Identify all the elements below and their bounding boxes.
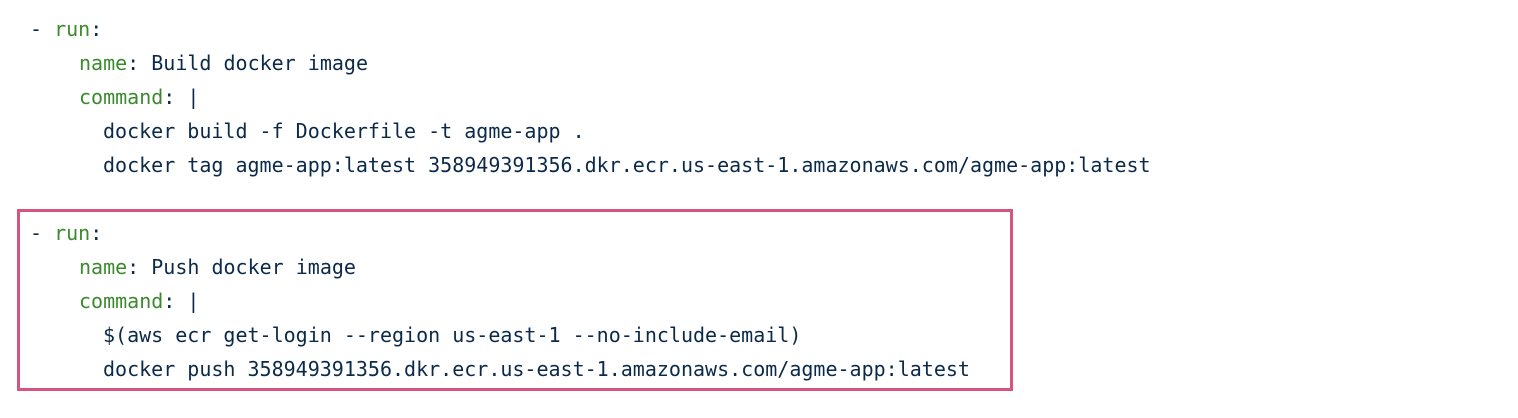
- step2-run-line: - run:: [30, 219, 102, 247]
- step2-name-value: Push docker image: [151, 255, 356, 279]
- step2-command-1: $(aws ecr get-login --region us-east-1 -…: [103, 323, 802, 347]
- step1-name-key: name: [79, 51, 128, 75]
- step1-run-line: - run:: [30, 15, 102, 43]
- step2-name-key: name: [79, 255, 128, 279]
- step1-command-key: command: [79, 85, 164, 109]
- step2-run-colon: :: [90, 221, 103, 245]
- step1-command-sep: : |: [163, 85, 200, 109]
- step2-command-sep: : |: [163, 289, 200, 313]
- step2-name-line: name: Push docker image: [79, 253, 356, 281]
- step2-dash: -: [30, 221, 55, 245]
- step1-name-value: Build docker image: [151, 51, 369, 75]
- step1-run-colon: :: [90, 17, 103, 41]
- step1-command-2: docker tag agme-app:latest 358949391356.…: [103, 153, 1151, 177]
- step2-command-key: command: [79, 289, 164, 313]
- step2-run-key: run: [54, 221, 91, 245]
- step1-command-1: docker build -f Dockerfile -t agme-app .: [103, 119, 585, 143]
- step2-command-line: command: |: [79, 287, 199, 315]
- step2-name-sep: :: [127, 255, 152, 279]
- step1-run-key: run: [54, 17, 91, 41]
- step1-dash: -: [30, 17, 55, 41]
- step2-command-2: docker push 358949391356.dkr.ecr.us-east…: [103, 357, 970, 381]
- step1-name-sep: :: [127, 51, 152, 75]
- step1-command-line: command: |: [79, 83, 199, 111]
- step1-name-line: name: Build docker image: [79, 49, 368, 77]
